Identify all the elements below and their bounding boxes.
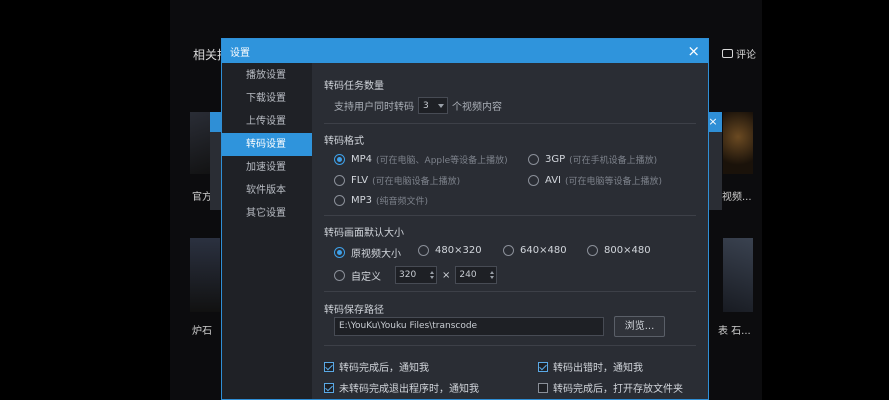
section-title-task-count: 转码任务数量: [324, 81, 384, 92]
video-title[interactable]: 表 石...: [718, 322, 751, 337]
option-label: 原视频大小: [351, 249, 401, 260]
decrement-icon[interactable]: [430, 276, 434, 279]
resolution-option-480x320[interactable]: 480×320: [418, 245, 482, 256]
radio-button[interactable]: [587, 245, 598, 256]
checkbox-label: 未转码完成退出程序时，通知我: [339, 384, 479, 395]
divider: [324, 215, 696, 216]
divider: [324, 291, 696, 292]
option-label: 480×320: [435, 245, 482, 256]
format-option-avi[interactable]: AVI (可在电脑等设备上播放): [528, 174, 662, 187]
stepper-arrows[interactable]: [430, 271, 434, 279]
times-symbol: ×: [442, 269, 451, 281]
option-label: MP3: [351, 195, 373, 206]
resolution-option-800x480[interactable]: 800×480: [587, 245, 651, 256]
sidebar-item-transcode[interactable]: 转码设置: [222, 133, 312, 156]
radio-button[interactable]: [418, 245, 429, 256]
settings-content: 转码任务数量 支持用户同时转码 3 个视频内容 转码格式 MP4 (可在电脑、A…: [312, 63, 708, 399]
custom-height-stepper[interactable]: 240: [455, 266, 498, 284]
increment-icon[interactable]: [430, 271, 434, 274]
task-count-select[interactable]: 3: [418, 97, 448, 114]
sidebar-item-playback[interactable]: 播放设置: [222, 64, 312, 87]
radio-button[interactable]: [334, 269, 345, 281]
browse-button[interactable]: 浏览...: [614, 316, 665, 337]
option-note: (纯音频文件): [376, 197, 429, 207]
sidebar-item-version[interactable]: 软件版本: [222, 179, 312, 202]
comment-button[interactable]: 评论: [722, 46, 756, 61]
notify-on-error-checkbox[interactable]: 转码出错时，通知我: [538, 359, 643, 374]
radio-button[interactable]: [334, 247, 345, 258]
dialog-titlebar[interactable]: 设置 ×: [222, 39, 708, 63]
task-count-value: 3: [423, 100, 429, 111]
checkbox[interactable]: [324, 361, 334, 372]
video-thumbnail[interactable]: [723, 112, 753, 174]
option-note: (可在电脑设备上播放): [372, 177, 461, 187]
video-thumbnail[interactable]: [723, 238, 753, 312]
video-title[interactable]: 炉石: [192, 322, 212, 337]
option-note: (可在手机设备上播放): [569, 156, 658, 166]
option-label: 800×480: [604, 245, 651, 256]
sidebar-item-acceleration[interactable]: 加速设置: [222, 156, 312, 179]
checkbox[interactable]: [324, 382, 334, 393]
option-label: AVI: [545, 175, 561, 186]
divider: [324, 345, 696, 346]
increment-icon[interactable]: [490, 271, 495, 274]
settings-dialog: 设置 × 播放设置 下载设置 上传设置 转码设置 加速设置 软件版本 其它设置 …: [221, 38, 709, 400]
close-icon: ×: [708, 115, 718, 128]
comment-label: 评论: [736, 50, 756, 61]
open-folder-checkbox[interactable]: 转码完成后，打开存放文件夹: [538, 380, 683, 395]
section-title-resolution: 转码画面默认大小: [324, 228, 404, 239]
stepper-arrows[interactable]: [490, 271, 495, 279]
option-note: (可在电脑、Apple等设备上播放): [376, 156, 508, 166]
sidebar-item-upload[interactable]: 上传设置: [222, 110, 312, 133]
checkbox-label: 转码完成后，打开存放文件夹: [553, 384, 683, 395]
option-label: 3GP: [545, 154, 566, 165]
background-dialog-body: [708, 132, 722, 210]
task-count-row: 支持用户同时转码 3 个视频内容: [334, 97, 696, 114]
option-label: FLV: [351, 175, 369, 186]
resolution-option-custom[interactable]: 自定义 320 × 240: [334, 266, 498, 284]
radio-button[interactable]: [334, 175, 345, 186]
dialog-title: 设置: [230, 47, 250, 59]
settings-sidebar: 播放设置 下载设置 上传设置 转码设置 加速设置 软件版本 其它设置: [222, 63, 312, 399]
checkbox-label: 转码完成后，通知我: [339, 363, 429, 374]
video-thumbnail[interactable]: [190, 238, 220, 312]
save-path-input[interactable]: E:\YouKu\Youku Files\transcode: [334, 317, 604, 336]
divider: [324, 123, 696, 124]
resolution-option-original[interactable]: 原视频大小: [334, 245, 401, 260]
option-label: 自定义: [351, 271, 381, 283]
format-option-mp4[interactable]: MP4 (可在电脑、Apple等设备上播放): [334, 153, 508, 166]
custom-width-value: 320: [399, 270, 417, 280]
custom-height-value: 240: [459, 270, 477, 280]
option-label: MP4: [351, 154, 373, 165]
close-icon[interactable]: ×: [687, 43, 700, 59]
checkbox-label: 转码出错时，通知我: [553, 363, 643, 374]
format-option-mp3[interactable]: MP3 (纯音频文件): [334, 194, 428, 207]
radio-button[interactable]: [528, 154, 539, 165]
section-title-format: 转码格式: [324, 136, 364, 147]
video-title[interactable]: 视频...: [722, 188, 752, 203]
video-title[interactable]: 官方: [192, 188, 212, 203]
option-label: 640×480: [520, 245, 567, 256]
option-note: (可在电脑等设备上播放): [565, 177, 663, 187]
radio-button[interactable]: [334, 154, 345, 165]
sidebar-item-download[interactable]: 下载设置: [222, 87, 312, 110]
task-count-suffix: 个视频内容: [452, 102, 502, 113]
sidebar-item-other[interactable]: 其它设置: [222, 202, 312, 225]
radio-button[interactable]: [503, 245, 514, 256]
radio-button[interactable]: [334, 195, 345, 206]
comment-icon: [722, 49, 733, 58]
task-count-prefix: 支持用户同时转码: [334, 102, 414, 113]
chevron-down-icon: [438, 103, 444, 108]
checkbox[interactable]: [538, 382, 548, 393]
decrement-icon[interactable]: [490, 276, 495, 279]
notify-on-exit-checkbox[interactable]: 未转码完成退出程序时，通知我: [324, 380, 479, 395]
resolution-option-640x480[interactable]: 640×480: [503, 245, 567, 256]
format-option-flv[interactable]: FLV (可在电脑设备上播放): [334, 174, 460, 187]
checkbox[interactable]: [538, 361, 548, 372]
radio-button[interactable]: [528, 175, 539, 186]
custom-width-stepper[interactable]: 320: [395, 266, 437, 284]
format-option-3gp[interactable]: 3GP (可在手机设备上播放): [528, 153, 657, 166]
notify-on-complete-checkbox[interactable]: 转码完成后，通知我: [324, 359, 429, 374]
section-title-save-path: 转码保存路径: [324, 305, 384, 316]
